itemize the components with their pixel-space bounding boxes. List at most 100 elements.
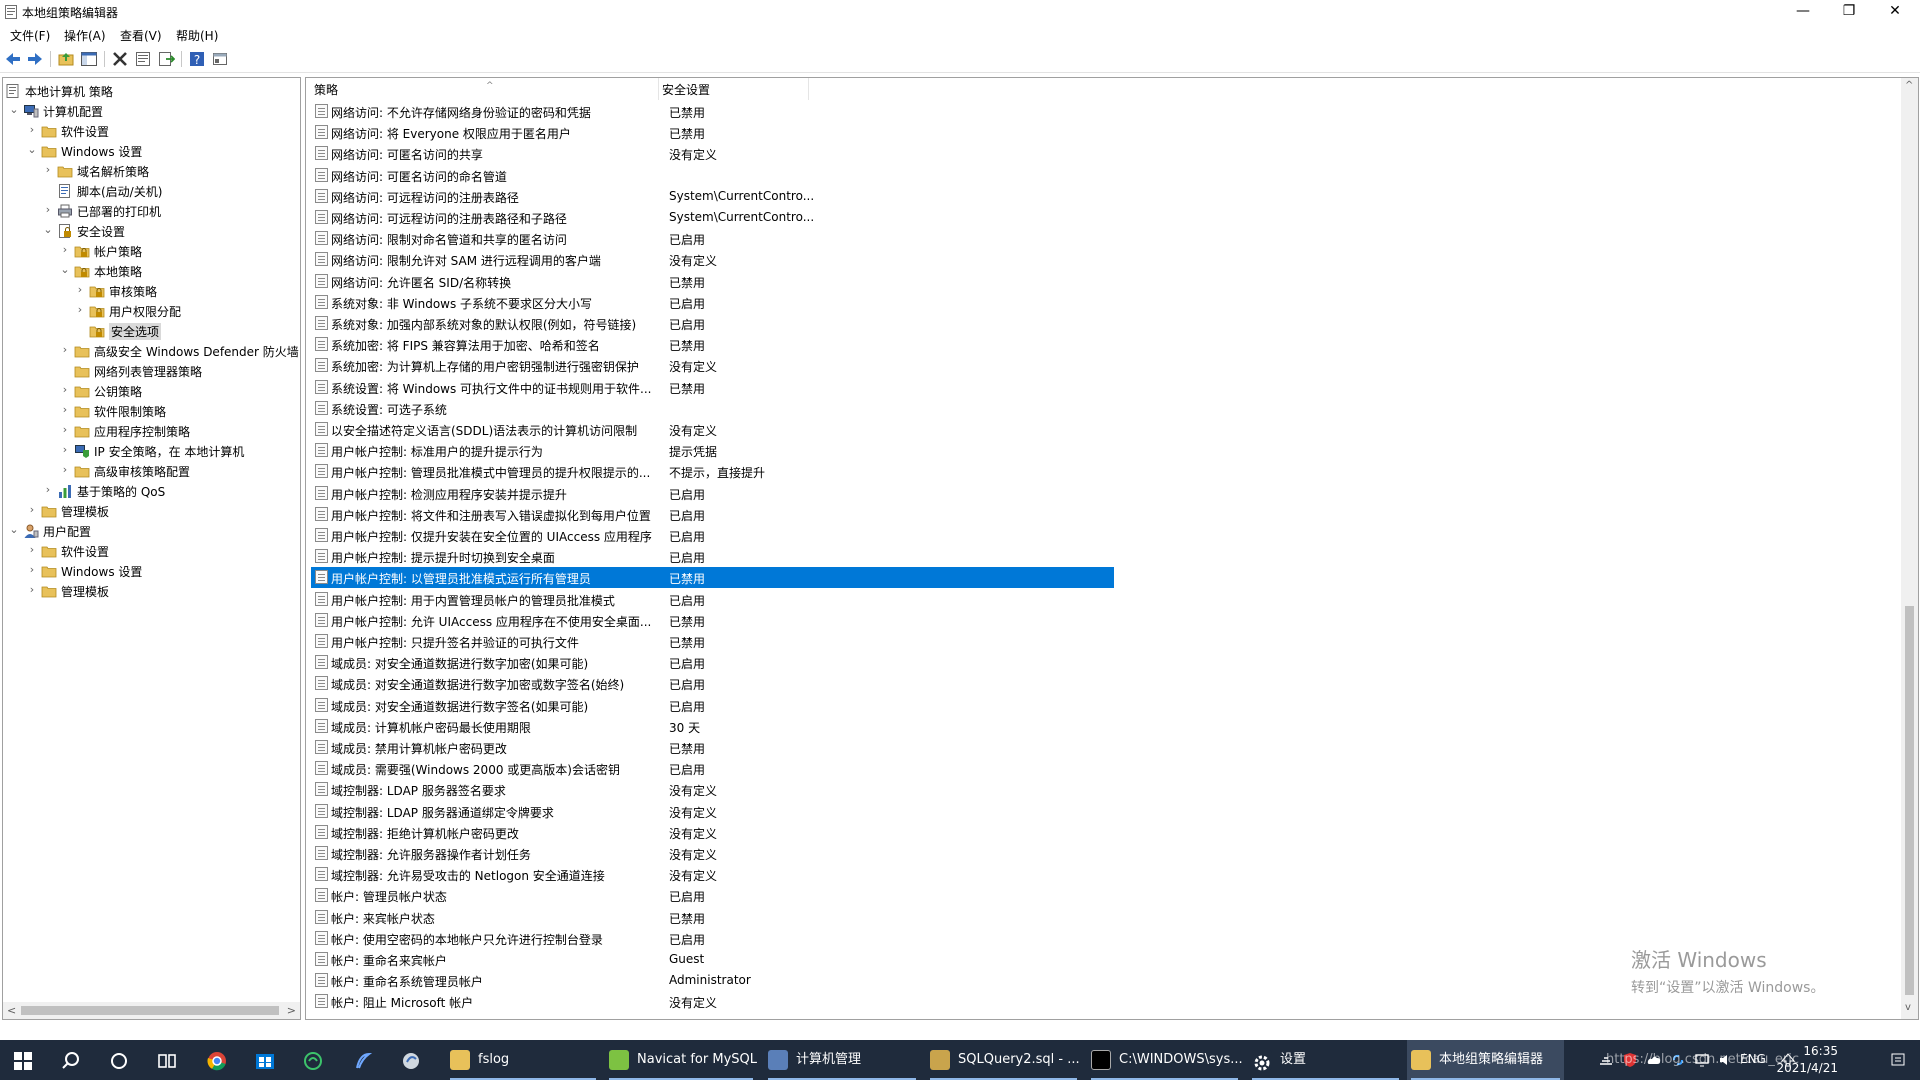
policy-row[interactable]: 帐户: 使用空密码的本地帐户只允许进行控制台登录 已启用 [311,928,1114,949]
expand-chevron-icon[interactable]: › [58,443,72,457]
policy-row[interactable]: 域控制器: 拒绝计算机帐户密码更改 没有定义 [311,822,1114,843]
tree-item[interactable]: › 软件限制策略 [3,401,300,421]
tree-item[interactable]: ⌄ 计算机配置 [3,101,300,121]
taskbar-task[interactable]: 本地组策略编辑器 [1407,1040,1564,1080]
tree-item[interactable]: › 基于策略的 QoS [3,481,300,501]
policy-row[interactable]: 域成员: 需要强(Windows 2000 或更高版本)会话密钥 已启用 [311,758,1114,779]
expand-chevron-icon[interactable]: › [58,463,72,477]
close-button[interactable]: ✕ [1872,0,1918,24]
tree-item[interactable]: › 帐户策略 [3,241,300,261]
details-view-icon[interactable] [211,50,229,68]
policy-row[interactable]: 帐户: 来宾帐户状态 已禁用 [311,907,1114,928]
tree-item[interactable]: 脚本(启动/关机) [3,181,300,201]
taskbar-task[interactable]: 计算机管理 [764,1040,920,1080]
tree-item[interactable]: › 高级安全 Windows Defender 防火墙 [3,341,300,361]
policy-row[interactable]: 系统设置: 可选子系统 [311,398,1114,419]
policy-row[interactable]: 用户帐户控制: 只提升签名并验证的可执行文件 已禁用 [311,631,1114,652]
chrome-icon[interactable] [206,1050,228,1072]
expand-chevron-icon[interactable]: › [58,403,72,417]
search-icon[interactable] [60,1050,82,1072]
expand-chevron-icon[interactable]: › [58,423,72,437]
collapse-chevron-icon[interactable]: ⌄ [41,223,55,237]
policy-row[interactable]: 域成员: 对安全通道数据进行数字加密(如果可能) 已启用 [311,652,1114,673]
policy-row[interactable]: 系统加密: 将 FIPS 兼容算法用于加密、哈希和签名 已禁用 [311,334,1114,355]
tree-item[interactable]: 网络列表管理器策略 [3,361,300,381]
policy-row[interactable]: 用户帐户控制: 允许 UIAccess 应用程序在不使用安全桌面... 已禁用 [311,610,1114,631]
export-list-icon[interactable] [157,50,176,68]
tree-item[interactable]: ⌄ 安全设置 [3,221,300,241]
expand-chevron-icon[interactable]: › [41,483,55,497]
policy-row[interactable]: 网络访问: 限制允许对 SAM 进行远程调用的客户端 没有定义 [311,249,1114,270]
policy-row[interactable]: 域控制器: LDAP 服务器通道绑定令牌要求 没有定义 [311,801,1114,822]
forward-arrow-icon[interactable] [26,50,44,68]
policy-row[interactable]: 用户帐户控制: 将文件和注册表写入错误虚拟化到每用户位置 已启用 [311,504,1114,525]
policy-row[interactable]: 域控制器: LDAP 服务器签名要求 没有定义 [311,779,1114,800]
taskbar-task[interactable]: SQLQuery2.sql - ... [926,1040,1081,1080]
tree-item[interactable]: › 审核策略 [3,281,300,301]
menu-view[interactable]: 查看(V) [120,27,162,44]
column-divider[interactable] [658,78,659,100]
taskbar-task[interactable]: Navicat for MySQL [605,1040,757,1080]
policy-row[interactable]: 帐户: 重命名系统管理员帐户 Administrator [311,970,1114,991]
tree-item[interactable]: ⌄ 本地策略 [3,261,300,281]
policy-row[interactable]: 帐户: 管理员帐户状态 已启用 [311,885,1114,906]
horizontal-scrollbar[interactable]: < > [3,1002,300,1019]
scroll-right-icon[interactable]: > [287,1004,296,1017]
tree-item[interactable]: › 高级审核策略配置 [3,461,300,481]
taskbar-task[interactable]: fslog [446,1040,600,1080]
policy-row[interactable]: 系统设置: 将 Windows 可执行文件中的证书规则用于软件... 已禁用 [311,377,1114,398]
expand-chevron-icon[interactable]: › [25,563,39,577]
expand-chevron-icon[interactable]: › [41,163,55,177]
expand-chevron-icon[interactable]: › [25,543,39,557]
policy-row[interactable]: 用户帐户控制: 提示提升时切换到安全桌面 已启用 [311,546,1114,567]
tree-item[interactable]: › 管理模板 [3,501,300,521]
policy-row[interactable]: 网络访问: 限制对命名管道和共享的匿名访问 已启用 [311,228,1114,249]
expand-chevron-icon[interactable]: › [25,123,39,137]
collapse-chevron-icon[interactable]: ⌄ [7,103,21,117]
policy-row[interactable]: 网络访问: 将 Everyone 权限应用于匿名用户 已禁用 [311,122,1114,143]
policy-row[interactable]: 域成员: 计算机帐户密码最长使用期限 30 天 [311,716,1114,737]
taskbar-task[interactable]: 设置 [1248,1040,1403,1080]
menu-action[interactable]: 操作(A) [64,27,106,44]
policy-row[interactable]: 帐户: 重命名来宾帐户 Guest [311,949,1114,970]
expand-chevron-icon[interactable]: › [41,203,55,217]
policy-row[interactable]: 域控制器: 允许易受攻击的 Netlogon 安全通道连接 没有定义 [311,864,1114,885]
scroll-left-icon[interactable]: < [7,1004,16,1017]
console-tree[interactable]: 本地计算机 策略 ⌄ 计算机配置 › 软件设置 ⌄ Windows 设置 › 域名解析策略 脚本(… [2,77,301,1020]
policy-row[interactable]: 系统加密: 为计算机上存储的用户密钥强制进行强密钥保护 没有定义 [311,355,1114,376]
column-header-setting[interactable]: 安全设置 [662,78,802,100]
policy-row[interactable]: 用户帐户控制: 管理员批准模式中管理员的提升权限提示的... 不提示，直接提升 [311,461,1114,482]
expand-chevron-icon[interactable]: › [58,343,72,357]
policy-row[interactable]: 域成员: 禁用计算机帐户密码更改 已禁用 [311,737,1114,758]
back-arrow-icon[interactable] [4,50,22,68]
scroll-up-icon[interactable]: ^ [1905,80,1913,91]
tree-item[interactable]: ⌄ 用户配置 [3,521,300,541]
tree-item[interactable]: › IP 安全策略，在 本地计算机 [3,441,300,461]
policy-row[interactable]: 网络访问: 可远程访问的注册表路径和子路径 System\CurrentContr… [311,207,1114,228]
tree-item[interactable]: › 用户权限分配 [3,301,300,321]
policy-row[interactable]: 域控制器: 允许服务器操作者计划任务 没有定义 [311,843,1114,864]
delete-icon[interactable] [111,50,129,68]
tree-item[interactable]: › 已部署的打印机 [3,201,300,221]
tree-item[interactable]: › Windows 设置 [3,561,300,581]
policy-row[interactable]: 网络访问: 可匿名访问的命名管道 [311,165,1114,186]
pen-app-icon[interactable] [352,1050,374,1072]
policy-row[interactable]: 网络访问: 可远程访问的注册表路径 System\CurrentContro... [311,186,1114,207]
menu-file[interactable]: 文件(F) [10,27,50,44]
policy-list[interactable]: 策略 ^ 安全设置 ^ v 网络访问: 不允许存储网络身份验证的密码和凭据 已禁用… [305,77,1919,1020]
notification-icon[interactable] [1890,1052,1906,1068]
up-folder-icon[interactable] [57,50,75,68]
tree-item[interactable]: › 公钥策略 [3,381,300,401]
policy-row[interactable]: 网络访问: 不允许存储网络身份验证的密码和凭据 已禁用 [311,101,1114,122]
expand-chevron-icon[interactable]: › [73,283,87,297]
policy-row[interactable]: 用户帐户控制: 以管理员批准模式运行所有管理员 已禁用 [311,567,1114,589]
menu-help[interactable]: 帮助(H) [176,27,218,44]
column-divider[interactable] [808,78,809,100]
show-hide-tree-icon[interactable] [80,50,98,68]
policy-row[interactable]: 用户帐户控制: 用于内置管理员帐户的管理员批准模式 已启用 [311,589,1114,610]
policy-row[interactable]: 域成员: 对安全通道数据进行数字签名(如果可能) 已启用 [311,695,1114,716]
collapse-chevron-icon[interactable]: ⌄ [25,143,39,157]
vertical-scrollbar[interactable]: ^ v [1901,78,1918,1019]
expand-chevron-icon[interactable]: › [25,503,39,517]
tree-item[interactable]: ⌄ Windows 设置 [3,141,300,161]
